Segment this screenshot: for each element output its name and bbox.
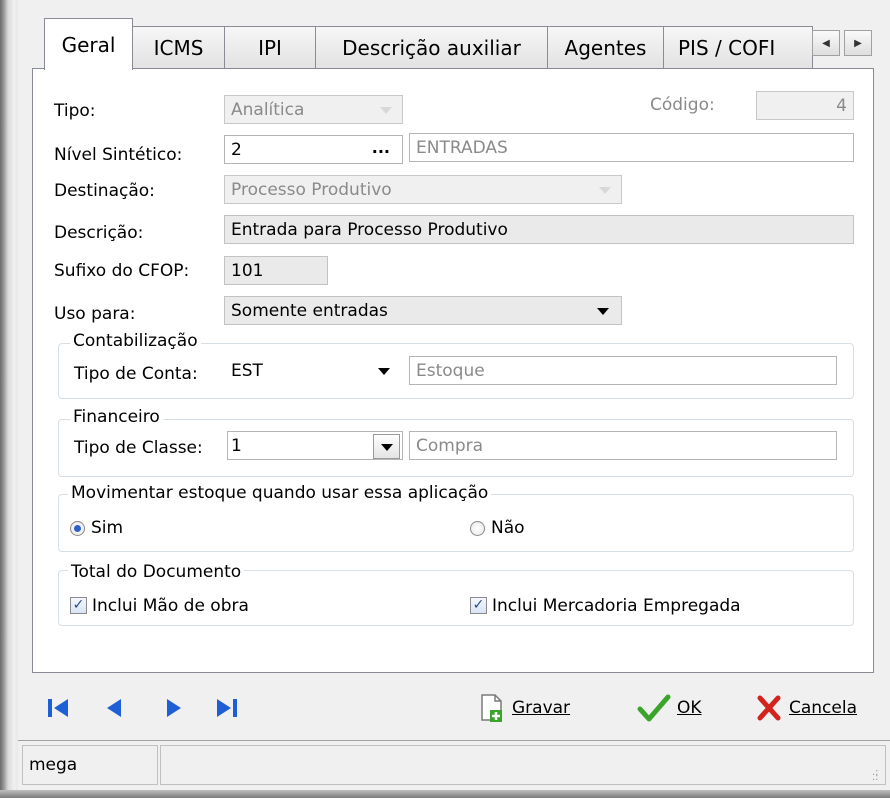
status-message-cell [160, 745, 886, 785]
tab-descricao-auxiliar[interactable]: Descrição auxiliar [315, 26, 548, 69]
cancel-x-icon [757, 695, 781, 721]
cancela-button[interactable]: Cancela [755, 693, 857, 723]
sufixo-cfop-field[interactable]: 101 [224, 256, 328, 285]
tab-ipi[interactable]: IPI [224, 26, 316, 69]
tipo-classe-select[interactable]: 1 [227, 431, 403, 460]
nao-radio[interactable] [470, 521, 485, 536]
chevron-down-icon [378, 367, 390, 375]
nivel-sintetico-field[interactable]: 2 ... [224, 135, 403, 164]
gravar-button[interactable]: Gravar [478, 693, 570, 723]
descricao-value: Entrada para Processo Produtivo [231, 219, 508, 240]
nivel-sintetico-label: Nível Sintético: [54, 145, 183, 165]
descricao-field[interactable]: Entrada para Processo Produtivo [224, 215, 854, 244]
first-record-icon[interactable] [44, 694, 72, 722]
uso-para-select[interactable]: Somente entradas [224, 296, 622, 325]
nao-label[interactable]: Não [491, 518, 525, 538]
sim-radio[interactable] [70, 521, 85, 536]
tipo-conta-label: Tipo de Conta: [74, 364, 198, 384]
cancela-label: Cancela [789, 698, 858, 718]
tab-pis-cofins[interactable]: PIS / COFI [663, 26, 813, 69]
codigo-label: Código: [650, 95, 715, 115]
tipo-conta-description: Estoque [409, 356, 837, 385]
ok-label: OK [677, 698, 702, 718]
tab-scroll-left-icon[interactable]: ◀ [812, 30, 840, 56]
window-frame-left [0, 0, 18, 798]
movimentar-estoque-legend: Movimentar estoque quando usar essa apli… [68, 483, 492, 503]
previous-record-icon[interactable] [101, 694, 129, 722]
gravar-label: Gravar [512, 698, 571, 718]
destinacao-value: Processo Produtivo [231, 179, 392, 200]
tipo-classe-description: Compra [409, 431, 837, 460]
tipo-value: Analítica [231, 99, 305, 120]
mao-obra-checkbox[interactable]: ✓ [70, 597, 87, 614]
tipo-classe-value: 1 [231, 435, 242, 456]
window-frame-bottom [0, 790, 890, 798]
nivel-sintetico-description: ENTRADAS [409, 133, 854, 162]
chevron-down-icon [380, 106, 392, 114]
codigo-value: 4 [836, 95, 847, 116]
chevron-down-icon [597, 307, 609, 315]
uso-para-label: Uso para: [54, 304, 136, 324]
tab-geral[interactable]: Geral [44, 18, 133, 70]
tab-scroll-buttons: ◀ ▶ [812, 30, 872, 56]
tipo-conta-select[interactable]: EST [224, 356, 403, 385]
tipo-classe-dropdown-button[interactable] [373, 434, 400, 459]
next-record-icon[interactable] [159, 694, 187, 722]
mercadoria-empregada-checkbox[interactable]: ✓ [470, 597, 487, 614]
financeiro-legend: Financeiro [70, 407, 163, 427]
nivel-sintetico-value: 2 [231, 139, 242, 160]
chevron-down-icon [381, 443, 393, 451]
ellipsis-lookup-button[interactable]: ... [372, 138, 390, 157]
total-documento-legend: Total do Documento [68, 562, 245, 582]
tipo-classe-label: Tipo de Classe: [74, 438, 203, 458]
window-top-strip [18, 0, 890, 10]
last-record-icon[interactable] [213, 694, 241, 722]
uso-para-value: Somente entradas [231, 300, 388, 321]
mao-obra-label[interactable]: Inclui Mão de obra [92, 596, 249, 616]
mercadoria-empregada-label[interactable]: Inclui Mercadoria Empregada [492, 596, 741, 616]
tab-scroll-right-icon[interactable]: ▶ [844, 30, 872, 56]
contabilizacao-legend: Contabilização [70, 331, 201, 351]
tab-icms[interactable]: ICMS [132, 26, 225, 69]
tipo-conta-value: EST [231, 360, 263, 381]
resize-grip-icon[interactable]: .:.: [872, 768, 886, 784]
chevron-down-icon [599, 186, 611, 194]
ok-check-icon [637, 694, 671, 722]
sim-label[interactable]: Sim [91, 518, 123, 538]
destinacao-label: Destinação: [54, 181, 155, 201]
status-user: mega [29, 755, 78, 775]
codigo-field[interactable]: 4 [756, 91, 854, 120]
save-icon [481, 694, 502, 722]
tipo-select[interactable]: Analítica [224, 95, 403, 124]
sufixo-cfop-label: Sufixo do CFOP: [54, 261, 190, 281]
ok-button[interactable]: OK [637, 693, 702, 723]
sufixo-cfop-value: 101 [231, 260, 264, 281]
status-user-cell: mega [22, 745, 158, 785]
descricao-label: Descrição: [54, 223, 144, 243]
destinacao-select[interactable]: Processo Produtivo [224, 175, 622, 204]
tab-agentes[interactable]: Agentes [547, 26, 664, 69]
tipo-label: Tipo: [54, 101, 96, 121]
